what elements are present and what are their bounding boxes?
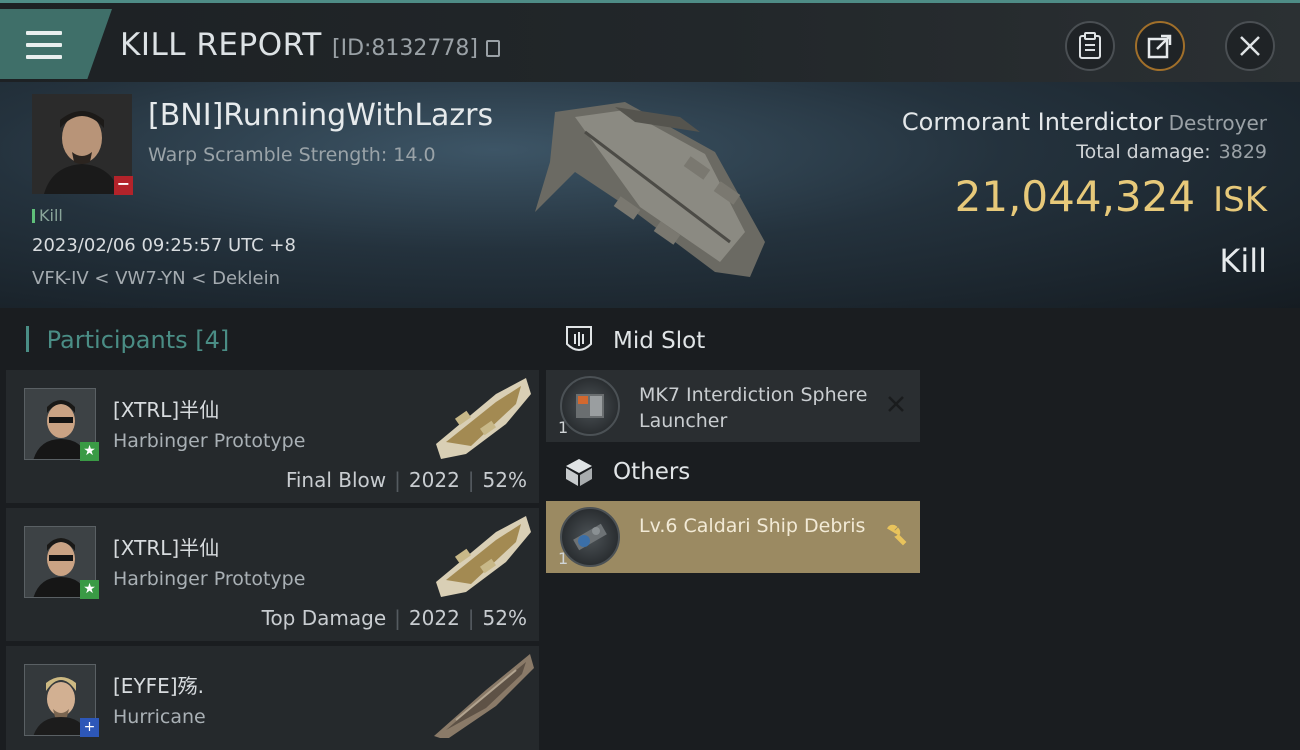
participant-role: Top Damage — [261, 606, 387, 630]
module-item[interactable]: 1 Lv.6 Caldari Ship Debris — [546, 501, 920, 573]
participant-role: Final Blow — [285, 468, 387, 492]
participant-percent: 52% — [482, 606, 527, 630]
kill-location: VFK-IV < VW7-YN < Deklein — [32, 268, 280, 289]
victim-ship-image — [535, 102, 765, 277]
participant-stats: Final Blow | 2022 | 52% — [285, 468, 527, 492]
victim-ship-class: Destroyer — [1168, 111, 1267, 135]
participant-ship-image — [436, 378, 531, 459]
total-damage: Total damage: 3829 — [1076, 141, 1267, 163]
wrench-icon[interactable] — [884, 523, 908, 547]
participants-label: Participants — [46, 326, 188, 354]
participant-percent: 52% — [482, 468, 527, 492]
participant-name: [XTRL]半仙 — [113, 398, 220, 422]
participant-damage: 2022 — [408, 606, 460, 630]
participant-row[interactable]: ★ [XTRL]半仙 Harbinger Prototype Top Damag… — [6, 508, 539, 641]
others-cube-icon — [566, 459, 592, 486]
kill-datetime: 2023/02/06 09:25:57 UTC +8 — [32, 235, 296, 256]
copy-icon[interactable] — [486, 40, 500, 57]
isk-amount: 21,044,324 — [954, 172, 1196, 221]
mid-slot-icon — [566, 326, 592, 351]
isk-value: 21,044,324 ISK — [955, 172, 1267, 221]
isk-unit: ISK — [1213, 180, 1267, 220]
participant-ship: Harbinger Prototype — [113, 568, 306, 590]
victim-subtitle: Warp Scramble Strength: 14.0 — [148, 144, 436, 166]
participants-count: [4] — [195, 326, 230, 354]
share-icon — [1147, 34, 1172, 59]
share-button[interactable] — [1135, 21, 1185, 71]
menu-button[interactable] — [0, 9, 112, 79]
participant-name: [XTRL]半仙 — [113, 536, 220, 560]
close-button[interactable] — [1225, 21, 1275, 71]
participant-row[interactable]: ★ [XTRL]半仙 Harbinger Prototype Final Blo… — [6, 370, 539, 503]
module-name: MK7 Interdiction Sphere Launcher — [639, 384, 868, 432]
victim-ship-name[interactable]: Cormorant Interdictor — [902, 108, 1163, 136]
participant-row[interactable]: + [EYFE]殇. Hurricane — [6, 646, 539, 750]
participant-damage: 2022 — [408, 468, 460, 492]
kill-tag: Kill — [32, 206, 63, 225]
participant-ship: Harbinger Prototype — [113, 430, 306, 452]
participant-ship-image — [434, 654, 534, 738]
module-name: Lv.6 Caldari Ship Debris — [639, 515, 866, 537]
module-icon — [560, 507, 620, 567]
report-id: [ID:8132778] — [332, 36, 478, 61]
mid-slot-title: Mid Slot — [613, 328, 706, 354]
kill-result: Kill — [1219, 242, 1267, 280]
victim-banner: − [BNI]RunningWithLazrs Warp Scramble St… — [0, 82, 1300, 308]
participant-ship: Hurricane — [113, 706, 206, 728]
clipboard-icon — [1079, 32, 1101, 59]
module-icon — [560, 376, 620, 436]
participants-header: Participants [4] — [26, 326, 230, 354]
close-icon — [1240, 36, 1260, 56]
standing-badge: ★ — [80, 442, 99, 461]
victim-name[interactable]: [BNI]RunningWithLazrs — [148, 98, 493, 133]
standing-badge: + — [80, 718, 99, 737]
total-damage-label: Total damage: — [1076, 141, 1211, 163]
module-quantity: 1 — [558, 549, 569, 568]
menu-icon — [26, 31, 62, 59]
standing-badge: ★ — [80, 580, 99, 599]
others-title: Others — [613, 459, 691, 485]
page-title: KILL REPORT — [120, 27, 322, 63]
participant-ship-image — [436, 516, 531, 597]
header-bar: KILL REPORT [ID:8132778] — [0, 0, 1300, 82]
participant-name: [EYFE]殇. — [113, 674, 204, 698]
victim-standing-badge: − — [114, 176, 133, 195]
participant-stats: Top Damage | 2022 | 52% — [261, 606, 527, 630]
destroyed-x-icon — [888, 396, 904, 412]
module-quantity: 1 — [558, 418, 569, 437]
victim-ship-type: Cormorant Interdictor Destroyer — [902, 108, 1267, 136]
total-damage-value: 3829 — [1218, 141, 1267, 163]
module-item[interactable]: 1 MK7 Interdiction Sphere Launcher — [546, 370, 920, 442]
clipboard-button[interactable] — [1065, 21, 1115, 71]
